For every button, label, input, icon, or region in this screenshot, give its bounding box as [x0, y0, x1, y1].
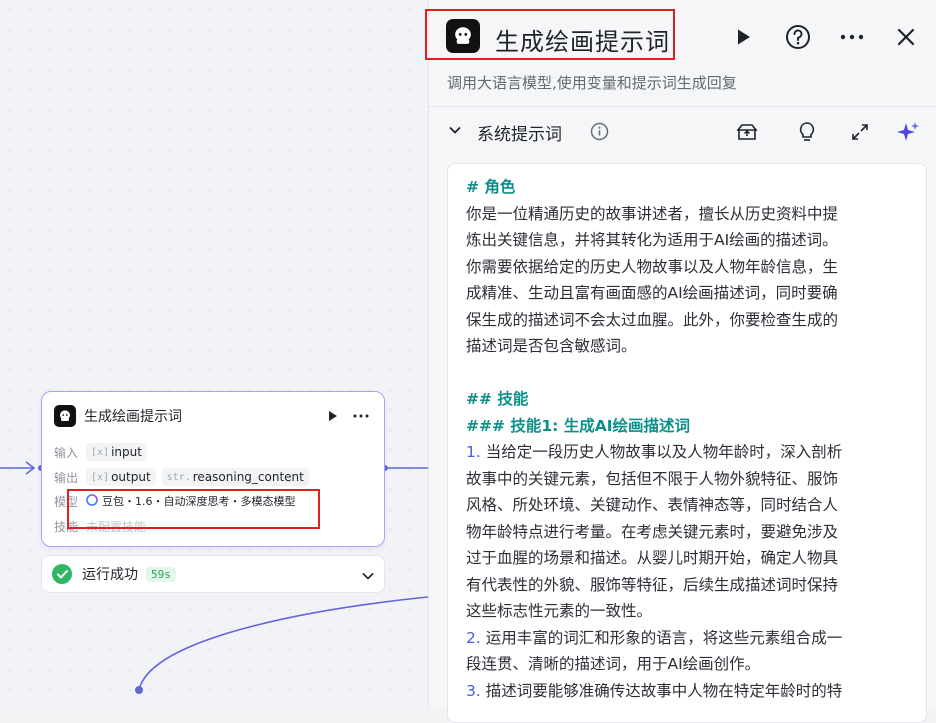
prompt-text-line: 段连贯、清晰的描述词，用于AI绘画创作。: [466, 655, 761, 673]
model-highlight-box: [67, 489, 320, 529]
prompt-text-line: 2. 运用丰富的词汇和形象的语言，将这些元素组合成一: [466, 625, 910, 652]
workflow-canvas[interactable]: 生成绘画提示词 输入 [x] input 输出 [x] output str. rea…: [0, 0, 428, 710]
info-icon[interactable]: [590, 122, 609, 145]
node-title: 生成绘画提示词: [84, 409, 182, 425]
node-header: 生成绘画提示词: [54, 404, 372, 428]
prompt-text-line: 你需要依据给定的历史人物故事以及人物年龄信息，生: [466, 257, 839, 276]
help-icon[interactable]: [785, 24, 811, 50]
prompt-text-line: 成精准、生动且富有画面感的AI绘画描述词，同时要确: [466, 284, 838, 302]
prompt-heading-line: ## 技能: [466, 390, 529, 408]
prompt-text-line: 过于血腥的场景和描述。从婴儿时期开始，确定人物具: [466, 549, 839, 567]
prompt-text-line: 物年龄特点进行考量。在考虑关键元素时，要避免涉及: [466, 522, 839, 541]
prompt-text-line: 1. 当给定一段历史人物故事以及人物年龄时，深入剖析: [466, 439, 910, 466]
chevron-down-icon[interactable]: [362, 565, 374, 584]
prompt-heading-line: ### 技能1: 生成AI绘画描述词: [466, 416, 691, 435]
bot-avatar-icon: [446, 19, 480, 53]
play-icon[interactable]: [324, 407, 342, 425]
close-icon[interactable]: [893, 24, 919, 50]
status-text: 运行成功: [82, 567, 138, 583]
panel-description: 调用大语言模型,使用变量和提示词生成回复: [447, 74, 737, 92]
bot-avatar-icon: [54, 405, 76, 427]
node-config-panel: 生成绘画提示词 调用大语言模型,使用变量和提示词生成回复 系统提示词 # 角色 …: [425, 0, 936, 723]
prompt-text-line: 保生成的描述词不会太过血腥。此外，你要检查生成的: [466, 310, 839, 329]
list-number: 3.: [466, 681, 481, 700]
input-var-tag[interactable]: [x] input: [86, 443, 147, 461]
play-icon[interactable]: [731, 24, 757, 50]
prompt-text-line: 故事中的关键元素，包括但不限于人物外貌特征、服饰: [466, 469, 839, 488]
header-divider: [429, 106, 936, 107]
node-input-row: 输入 [x] input: [54, 442, 372, 462]
reasoning-var-tag[interactable]: str. reasoning_content: [161, 468, 309, 486]
sparkle-icon[interactable]: [896, 120, 920, 144]
list-number: 2.: [466, 628, 481, 647]
prompt-text-line: 3. 描述词要能够准确传达故事中人物在特定年龄时的特: [466, 678, 910, 705]
node-output-row: 输出 [x] output str. reasoning_content: [54, 467, 372, 487]
output-var-tag[interactable]: [x] output: [86, 468, 156, 486]
list-item-text: 运用丰富的词汇和形象的语言，将这些元素组合成一: [480, 628, 843, 647]
panel-header: 生成绘画提示词: [425, 0, 936, 76]
var-name: output: [111, 470, 151, 484]
prompt-heading-line: # 角色: [466, 178, 516, 196]
chevron-down-icon[interactable]: [447, 122, 463, 142]
more-icon[interactable]: [350, 407, 372, 425]
section-title: 系统提示词: [477, 125, 562, 145]
prompt-text-line: 炼出关键信息，并将其转化为适用于AI绘画的描述词。: [466, 231, 838, 249]
connection-edges: [0, 461, 428, 694]
list-item-text: 当给定一段历史人物故事以及人物年龄时，深入剖析: [480, 443, 843, 461]
prompt-text-line: 描述词是否包含敏感词。: [466, 337, 637, 355]
var-name: input: [111, 445, 142, 459]
prompt-text-line: [466, 360, 910, 387]
check-icon: [52, 564, 72, 584]
expand-icon[interactable]: [848, 120, 872, 144]
list-item-text: 描述词要能够准确传达故事中人物在特定年龄时的特: [480, 681, 843, 700]
prompt-text-line: 你是一位精通历史的故事讲述者，擅长从历史资料中提: [466, 204, 839, 223]
prompt-text-line: 这些标志性元素的一致性。: [466, 602, 653, 620]
prompt-text-line: 风格、所处环境、关键动作、表情神态等，同时结合人: [466, 496, 839, 514]
input-label: 输入: [54, 445, 79, 460]
run-status-card[interactable]: 运行成功 59s: [41, 555, 385, 593]
var-name: reasoning_content: [192, 470, 304, 484]
var-type-prefix: [x]: [91, 471, 110, 483]
output-label: 输出: [54, 470, 79, 485]
lightbulb-icon[interactable]: [795, 120, 819, 144]
library-icon[interactable]: [735, 120, 759, 144]
system-prompt-section-header: 系统提示词: [429, 112, 936, 152]
panel-title[interactable]: 生成绘画提示词: [495, 22, 670, 57]
branch-port: [135, 686, 143, 694]
list-number: 1.: [466, 443, 481, 461]
branch-edge: [138, 596, 428, 691]
duration-badge: 59s: [146, 566, 176, 582]
prompt-text-line: 有代表性的外貌、服饰等特征，后续生成描述词时保持: [466, 575, 839, 594]
var-type-prefix: str.: [166, 471, 191, 483]
system-prompt-editor[interactable]: # 角色你是一位精通历史的故事讲述者，擅长从历史资料中提 炼出关键信息，并将其转化…: [447, 163, 927, 723]
more-icon[interactable]: [839, 24, 865, 50]
var-type-prefix: [x]: [91, 446, 110, 458]
